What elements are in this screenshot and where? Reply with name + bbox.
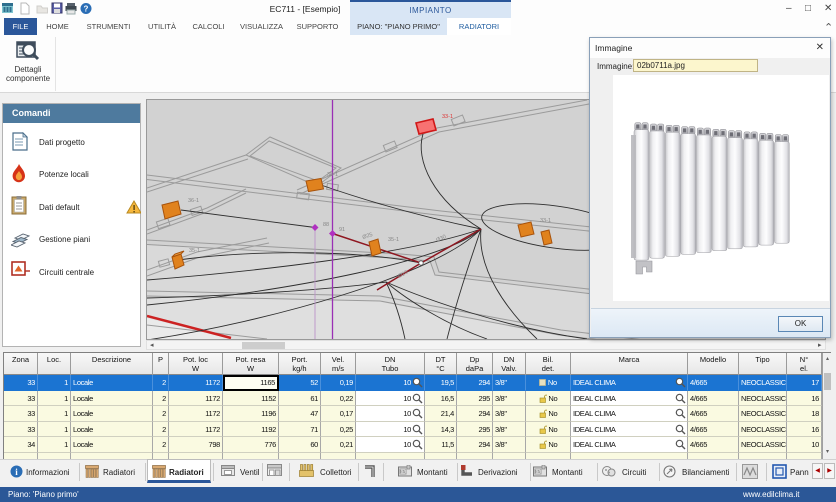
svg-text:91: 91 <box>339 227 345 233</box>
svg-text:85: 85 <box>400 469 406 474</box>
svg-text:38-1: 38-1 <box>327 172 338 178</box>
svg-text:33-1: 33-1 <box>442 114 453 120</box>
svg-text:35-1: 35-1 <box>388 237 399 243</box>
svg-text:35-1: 35-1 <box>189 248 200 254</box>
svg-text:33-1: 33-1 <box>540 218 551 224</box>
svg-text:88: 88 <box>323 222 329 228</box>
svg-text:36-1: 36-1 <box>188 198 199 204</box>
svg-text:?: ? <box>84 5 89 14</box>
svg-text:Ø25: Ø25 <box>362 232 374 241</box>
svg-text:Ø30: Ø30 <box>435 234 447 244</box>
svg-text:85: 85 <box>535 469 541 474</box>
